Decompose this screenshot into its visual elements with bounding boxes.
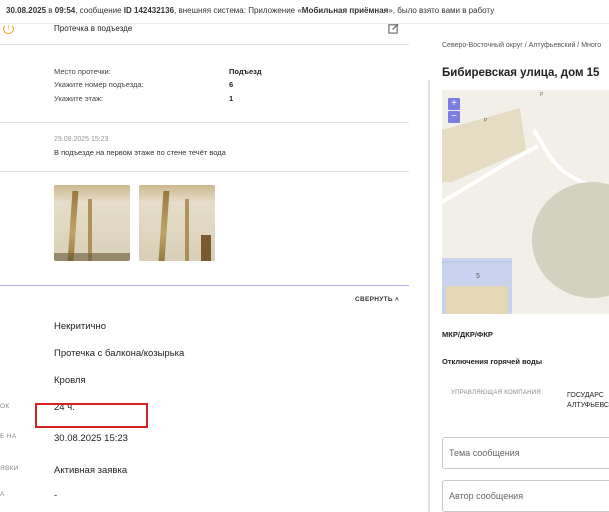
map-view[interactable]: + − 5 P P bbox=[442, 90, 609, 314]
detail-value: 6 bbox=[229, 80, 234, 89]
management-company-value: ГОСУДАРС АЛТУФЬЕВС bbox=[567, 392, 609, 409]
field-label-status: ЯВКИ bbox=[0, 465, 19, 472]
status-in: в bbox=[48, 6, 53, 15]
field-value-criticality: Некритично bbox=[54, 321, 107, 332]
detail-value: Подъезд bbox=[229, 67, 262, 76]
issue-title: Протечка в подъезде bbox=[54, 24, 133, 33]
status-msg-prefix: , сообщение bbox=[75, 6, 122, 15]
collapse-button[interactable]: СВЕРНУТЬ ˄ bbox=[355, 296, 399, 303]
field-value-due-date: 30.08.2025 15:23 bbox=[54, 433, 128, 444]
field-label-deadline: ОК bbox=[0, 403, 10, 410]
hot-water-label: Отключения горячей воды bbox=[442, 357, 543, 366]
subject-input[interactable] bbox=[442, 437, 609, 469]
field-value-category: Протечка с балкона/козырька bbox=[54, 348, 185, 359]
detail-label: Укажите номер подъезда: bbox=[54, 80, 144, 89]
field-value-object: Кровля bbox=[54, 375, 86, 386]
map-poi: P bbox=[484, 118, 488, 124]
status-bar: 30.08.2025 в 09:54, сообщение ID 1424321… bbox=[0, 0, 609, 24]
author-input[interactable] bbox=[442, 480, 609, 512]
field-value-status: Активная заявка bbox=[54, 465, 128, 476]
field-value-extra: - bbox=[54, 490, 58, 501]
comment-text: В подъезде на первом этаже по стене течё… bbox=[54, 148, 226, 157]
management-company-label: УПРАВЛЯЮЩАЯ КОМПАНИЯ bbox=[451, 390, 542, 396]
warning-icon: ! bbox=[3, 24, 14, 34]
issue-panel: ! Протечка в подъезде Место протечки: По… bbox=[0, 24, 427, 512]
address-title: Бибиревская улица, дом 15 bbox=[442, 67, 600, 79]
detail-value: 1 bbox=[229, 94, 234, 103]
status-system: , внешняя система: Приложение « bbox=[174, 6, 302, 15]
building-number: 5 bbox=[476, 273, 480, 280]
district-label: МКР/ДКР/ФКР bbox=[442, 330, 493, 339]
section-divider bbox=[0, 285, 409, 286]
divider bbox=[0, 171, 409, 172]
address-panel: Северо-Восточный округ / Алтуфьевский / … bbox=[431, 24, 609, 512]
status-time: 09:54 bbox=[54, 6, 76, 15]
photo-thumbnail[interactable] bbox=[54, 185, 130, 261]
detail-label: Укажите этаж: bbox=[54, 94, 104, 103]
status-suffix: », было взято вами в работу bbox=[388, 6, 495, 15]
photo-thumbnail[interactable] bbox=[139, 185, 215, 261]
divider bbox=[0, 44, 409, 45]
zoom-in-button[interactable]: + bbox=[448, 98, 460, 110]
map-poi: P bbox=[540, 92, 544, 98]
highlight-box bbox=[35, 403, 148, 428]
detail-label: Место протечки: bbox=[54, 67, 111, 76]
divider bbox=[0, 122, 409, 123]
edit-icon[interactable] bbox=[388, 24, 399, 34]
field-label-due-date: Е НА bbox=[0, 433, 17, 440]
scrollbar[interactable] bbox=[428, 80, 430, 512]
status-date: 30.08.2025 bbox=[6, 6, 47, 15]
status-msg-id: ID 142432136 bbox=[123, 6, 175, 15]
map-canvas bbox=[442, 90, 609, 314]
field-label-extra: А bbox=[0, 491, 5, 498]
zoom-out-button[interactable]: − bbox=[448, 111, 460, 123]
breadcrumb: Северо-Восточный округ / Алтуфьевский / … bbox=[442, 42, 602, 49]
comment-date: 29.08.2025 15:23 bbox=[54, 136, 109, 143]
status-app-name: Мобильная приёмная bbox=[301, 6, 389, 15]
